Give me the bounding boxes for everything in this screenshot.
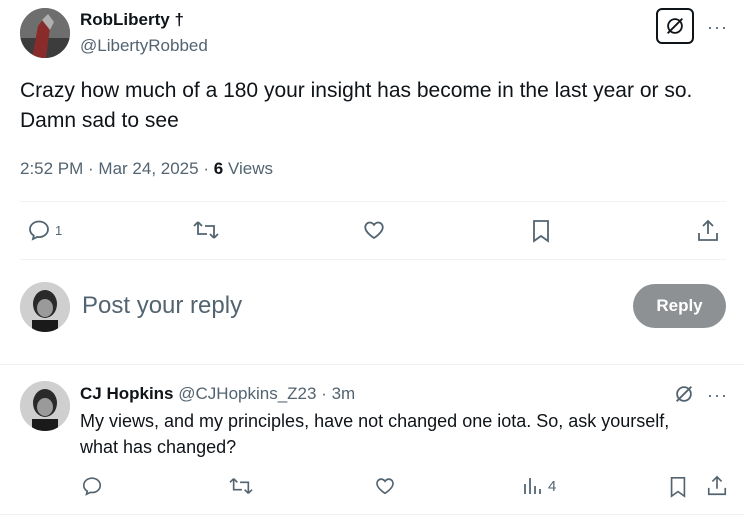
bookmark-action[interactable]: [529, 218, 553, 244]
heart-icon: [364, 221, 384, 240]
tweet-meta: 2:52 PM · Mar 24, 2025 · 6 Views: [20, 159, 273, 179]
reply-more-options-icon[interactable]: ···: [707, 386, 728, 404]
reply-icon: [82, 477, 102, 496]
reply-retweet-action[interactable]: [228, 475, 254, 497]
bookmark-icon: [670, 477, 686, 498]
reply-icon: [29, 220, 49, 241]
reply-text-line1: My views, and my principles, have not ch…: [80, 411, 670, 431]
tweet-text-line1: Crazy how much of a 180 your insight has…: [20, 79, 693, 102]
reply-share-action[interactable]: [706, 474, 728, 498]
tweet-timestamp[interactable]: 2:52 PM · Mar 24, 2025: [20, 159, 199, 178]
reply-count: 1: [55, 222, 63, 238]
composer-avatar[interactable]: [20, 282, 70, 332]
divider-top: [20, 201, 726, 202]
share-icon: [698, 219, 718, 241]
retweet-icon: [193, 221, 219, 239]
reply-grok-button[interactable]: [673, 383, 695, 405]
grok-icon: [676, 386, 692, 402]
views-count: 6: [213, 159, 224, 178]
analytics-icon: [524, 478, 541, 494]
grok-button[interactable]: [656, 8, 694, 44]
reply-header: CJ Hopkins @CJHopkins_Z23 · 3m: [80, 384, 355, 404]
tweet-text-line2: Damn sad to see: [20, 109, 179, 132]
avatar-robliberty[interactable]: [20, 8, 70, 58]
share-action[interactable]: [696, 218, 720, 244]
reply-reply-action[interactable]: [80, 475, 104, 497]
meta-separator: ·: [203, 159, 209, 178]
more-options-icon[interactable]: ···: [707, 18, 728, 36]
views-label: Views: [227, 159, 273, 178]
bookmark-icon: [533, 220, 549, 243]
reply-text-line2: what has changed?: [80, 437, 237, 457]
author-handle[interactable]: @LibertyRobbed: [80, 36, 208, 56]
retweet-action[interactable]: [192, 218, 220, 242]
avatar-image: [20, 381, 70, 431]
reply-timestamp[interactable]: · 3m: [321, 384, 355, 403]
share-icon: [707, 475, 727, 496]
reply-input[interactable]: Post your reply: [82, 292, 242, 320]
reply-bookmark-action[interactable]: [667, 475, 689, 499]
reply-views-count: 4: [548, 477, 557, 495]
author-name[interactable]: RobLiberty †: [80, 10, 184, 30]
reply-like-action[interactable]: [373, 475, 397, 497]
divider-bottom: [0, 514, 744, 515]
divider-actions: [20, 259, 726, 260]
retweet-icon: [229, 478, 253, 494]
heart-icon: [376, 478, 394, 495]
reply-author-name[interactable]: CJ Hopkins: [80, 384, 174, 403]
avatar-image: [20, 8, 70, 58]
reply-views-action[interactable]: 4: [522, 476, 556, 496]
avatar-image: [20, 282, 70, 332]
divider-composer: [0, 364, 744, 365]
grok-icon: [667, 18, 683, 34]
reply-author-handle[interactable]: @CJHopkins_Z23: [178, 384, 316, 403]
reply-action[interactable]: 1: [26, 218, 62, 242]
avatar-cjhopkins[interactable]: [20, 381, 70, 431]
like-action[interactable]: [361, 218, 387, 242]
reply-button[interactable]: Reply: [633, 284, 726, 328]
